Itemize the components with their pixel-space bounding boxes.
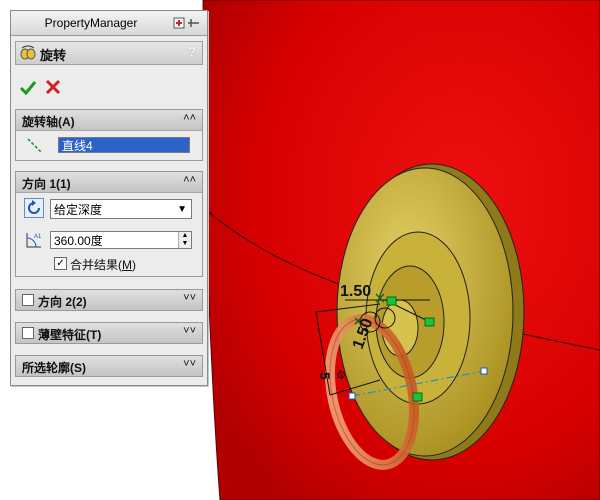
axis-line-icon: [27, 138, 43, 154]
angle-input[interactable]: 360.00度 ▲ ▼: [50, 231, 192, 249]
thin-feature-checkbox[interactable]: [22, 327, 34, 339]
merge-result-checkbox[interactable]: ✓: [54, 257, 67, 270]
end-condition-select[interactable]: 给定深度 ▼: [50, 199, 192, 219]
group-axis-header[interactable]: 旋转轴(A) ˄˄: [16, 110, 202, 131]
group-axis-title: 旋转轴(A): [22, 115, 75, 129]
property-manager: PropertyManager 旋转 ? 旋转轴(A) ˄˄ 直线4 方向 1(…: [10, 10, 208, 386]
group-direction2-header[interactable]: 方向 2(2) ˅˅: [16, 290, 202, 310]
direction2-checkbox[interactable]: [22, 294, 34, 306]
dim-1: 1.50: [340, 283, 371, 300]
group-thin-feature[interactable]: 薄壁特征(T) ˅˅: [15, 322, 203, 344]
group-direction2[interactable]: 方向 2(2) ˅˅: [15, 289, 203, 311]
help-icon[interactable]: ?: [188, 44, 196, 59]
pm-title: PropertyManager: [44, 16, 138, 30]
svg-text:A1: A1: [34, 234, 42, 240]
dim-3: 5: [317, 372, 333, 380]
cancel-button[interactable]: [45, 79, 61, 95]
axis-selection-field[interactable]: 直线4: [58, 137, 190, 153]
group-direction1-header[interactable]: 方向 1(1) ˄˄: [16, 172, 202, 193]
feature-header: 旋转 ?: [15, 41, 203, 65]
angle-icon: A1: [26, 233, 42, 248]
chevron-up-icon[interactable]: ˄˄: [183, 112, 196, 124]
chevron-up-icon[interactable]: ˄˄: [183, 174, 196, 186]
pin-icon[interactable]: [173, 16, 201, 30]
chevron-down-icon[interactable]: ˅˅: [183, 292, 196, 304]
pm-titlebar: PropertyManager: [11, 11, 207, 36]
group-contours-header[interactable]: 所选轮廓(S) ˅˅: [16, 356, 202, 376]
feature-name: 旋转: [40, 48, 67, 63]
revolve-icon: [20, 45, 36, 60]
ok-button[interactable]: [19, 79, 37, 97]
group-thin-header[interactable]: 薄壁特征(T) ˅˅: [16, 323, 202, 343]
reverse-direction-icon[interactable]: [24, 198, 44, 218]
end-condition-value: 给定深度: [54, 203, 103, 217]
group-direction1: 方向 1(1) ˄˄ 给定深度 ▼ A1 360.00度 ▲ ▼ ✓ 合并结果(M…: [15, 171, 203, 277]
angle-value: 360.00度: [54, 234, 103, 248]
dropdown-arrow-icon[interactable]: ▼: [177, 200, 187, 220]
group-thin-title: 薄壁特征(T): [38, 328, 102, 342]
angle-spinner[interactable]: ▲ ▼: [178, 232, 191, 248]
group-contours-title: 所选轮廓(S): [22, 361, 86, 375]
group-direction1-title: 方向 1(1): [22, 177, 71, 191]
group-direction2-title: 方向 2(2): [38, 295, 87, 309]
group-axis: 旋转轴(A) ˄˄ 直线4: [15, 109, 203, 161]
chevron-down-icon[interactable]: ˅˅: [183, 358, 196, 370]
merge-result-label: 合并结果(M): [70, 258, 136, 272]
group-selected-contours[interactable]: 所选轮廓(S) ˅˅: [15, 355, 203, 377]
chevron-down-icon[interactable]: ˅˅: [183, 325, 196, 337]
